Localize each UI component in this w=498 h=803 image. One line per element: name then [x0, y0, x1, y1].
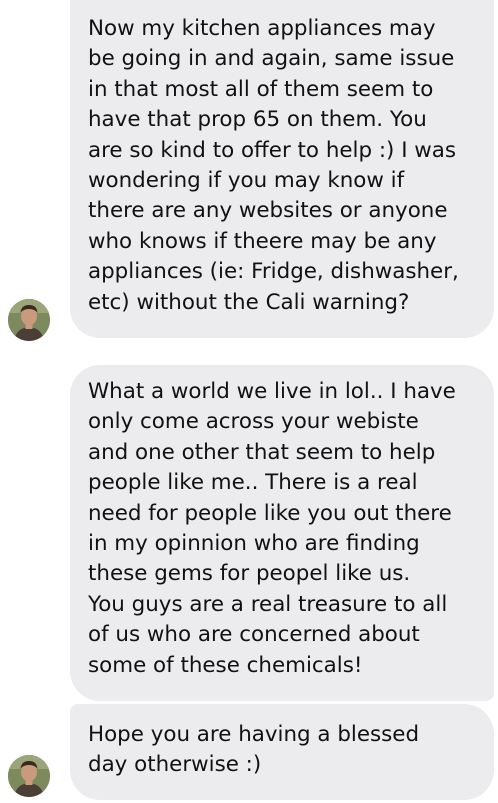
message-text-line: wondering if you may know if [88, 168, 405, 194]
message-text-line: there are any websites or anyone [88, 198, 448, 224]
avatar-portrait-icon [8, 755, 50, 797]
sender-avatar-icon[interactable] [8, 755, 50, 797]
message-text-line: who knows if theere may be any [88, 228, 437, 254]
message-text-line: Hope you are having a blessed [88, 722, 420, 747]
message-text-line: are so kind to offer to help :) I was [88, 137, 457, 163]
message-text-line: in that most all of them seem to [88, 76, 434, 102]
message-text-line: only come across your webiste [88, 409, 419, 435]
message-bubble[interactable]: What a world we live in lol.. I have onl… [70, 365, 494, 701]
message-text-line: in my opinnion who are finding [88, 531, 420, 557]
message-text-line: and one other that seem to help [88, 439, 436, 465]
message-text-line: of us who are concerned about [88, 622, 420, 648]
message-text-line: people like me.. There is a real [88, 470, 418, 496]
message-bubble[interactable]: Now my kitchen appliances may be going i… [70, 0, 494, 338]
message-text-line: etc) without the Cali warning? [88, 289, 410, 315]
message-text-line: Now my kitchen appliances may [88, 16, 436, 41]
message-text-line: be going in and again, same issue [88, 46, 455, 72]
message-text-line: need for people like you out there [88, 500, 452, 526]
message-bubble[interactable]: Hope you are having a blessed day otherw… [70, 704, 494, 800]
message-thread: Now my kitchen appliances may be going i… [0, 0, 498, 803]
message-text-line: day otherwise :) [88, 752, 262, 778]
avatar-portrait-icon [8, 299, 50, 341]
sender-avatar-icon[interactable] [8, 299, 50, 341]
message-text-line: appliances (ie: Fridge, dishwasher, [88, 259, 459, 285]
message-text-line: What a world we live in lol.. I have [88, 379, 456, 404]
message-text-line: You guys are a real treasure to all [88, 591, 448, 617]
message-text-line: some of these chemicals! [88, 652, 363, 678]
message-text-line: these gems for peopel like us. [88, 561, 411, 587]
message-text-line: have that prop 65 on them. You [88, 107, 427, 133]
